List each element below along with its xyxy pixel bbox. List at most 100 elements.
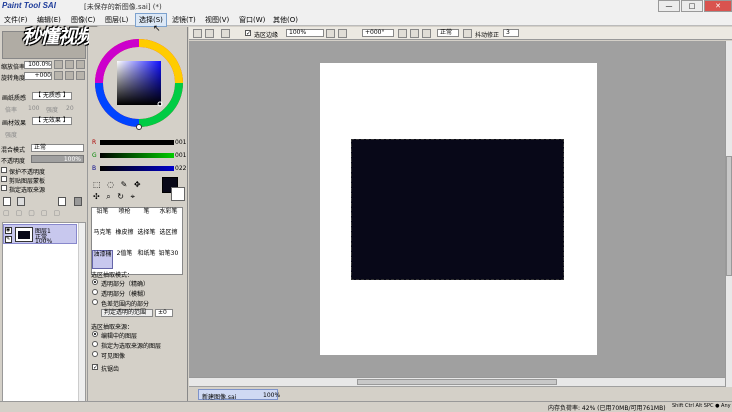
tool-pencil[interactable]: 铅笔 (92, 208, 113, 227)
tool-brush[interactable]: 笔 (136, 208, 157, 227)
brush-tool-grid: 铅笔 喷枪 笔 水彩笔 马克笔 橡皮擦 选择笔 选区擦 油漆桶 2值笔 和纸笔 … (91, 207, 183, 275)
menu-bar: 文件(F) 编辑(E) 图像(C) 图层(L) 选择(S) 滤镜(T) 视图(V… (0, 13, 732, 27)
radio-color-range[interactable] (92, 299, 98, 305)
rotate-right-button[interactable] (65, 71, 74, 80)
radio-source-specified[interactable] (92, 341, 98, 347)
select-source-checkbox[interactable] (1, 185, 7, 191)
zoom-in-button[interactable] (65, 60, 74, 69)
radio-transparent-exact[interactable] (92, 279, 98, 285)
b-label: B (92, 165, 97, 172)
toolbar-zoom-select[interactable]: 100% (286, 29, 324, 37)
window-title: [未保存的新图像.sai] (*) (84, 3, 162, 11)
option-transparent-exact: 透明部分（精确） (101, 281, 150, 288)
tool-pencil30[interactable]: 铅笔30 (158, 250, 179, 269)
rotate-left-button[interactable] (54, 71, 63, 80)
clip-mask-checkbox[interactable] (1, 176, 7, 182)
color-wheel[interactable] (93, 31, 185, 137)
select-all-button[interactable] (193, 29, 202, 38)
filled-selection (351, 139, 564, 280)
range-label-box: 判定透明的范围 (101, 309, 153, 317)
antialias-checkbox[interactable]: ✓ (92, 364, 98, 371)
opacity-slider[interactable]: 100% (31, 155, 84, 163)
invert-selection-button[interactable] (221, 29, 230, 38)
minimize-button[interactable]: — (658, 0, 680, 12)
tool-washi-pen[interactable]: 和纸笔 (136, 250, 157, 269)
paper-texture-label: 画纸质感 (2, 95, 27, 102)
secondary-color-swatch[interactable] (171, 187, 185, 201)
radio-source-editing[interactable] (92, 331, 98, 337)
layer-item[interactable]: ◉ ✎ 图层1 正常 100% (3, 224, 77, 245)
tool-select-eraser[interactable]: 选区擦 (158, 229, 179, 248)
toolbar-zoom-out[interactable] (326, 29, 335, 38)
source-visible-image: 可见图像 (101, 353, 126, 360)
zoom-reset-button[interactable] (76, 60, 85, 69)
zoom-input[interactable]: 100.0% (24, 61, 52, 69)
new-mask-icon[interactable] (58, 197, 66, 206)
option-transparent-blur: 透明部分（模糊） (101, 291, 150, 298)
texture-strength-label: 强度 (46, 107, 59, 114)
selection-edge-checkbox[interactable]: ✓ (245, 30, 251, 37)
blend-mode-select[interactable]: 正常 (31, 144, 84, 152)
layer-actions-row: ▢▢▢▢▢ (3, 209, 67, 217)
menu-window[interactable]: 窗口(W) (239, 15, 265, 25)
tool-watercolor[interactable]: 水彩笔 (158, 208, 179, 227)
tool-eraser[interactable]: 橡皮擦 (114, 229, 135, 248)
radio-transparent-blur[interactable] (92, 289, 98, 295)
r-slider[interactable] (100, 140, 174, 145)
close-button[interactable]: ✕ (704, 0, 732, 12)
rotate-input[interactable]: +000 (24, 72, 52, 80)
tool-binary-pen[interactable]: 2值笔 (114, 250, 135, 269)
zoom-out-button[interactable] (54, 60, 63, 69)
menu-other[interactable]: 其他(O) (273, 15, 298, 25)
new-layer-icon[interactable] (3, 197, 11, 206)
g-value: 001 (175, 152, 187, 159)
canvas-toolbar: ✓ 选区边缘 100% +000° 正常 抖动修正 3 (189, 27, 732, 40)
toolbar-option-button[interactable] (463, 29, 472, 38)
toolbar-rotate-left[interactable] (398, 29, 407, 38)
effect-select[interactable]: 【 无效果 】 (32, 117, 72, 125)
stabilizer-select[interactable]: 3 (503, 29, 519, 37)
maximize-button[interactable]: □ (681, 0, 703, 12)
horizontal-scrollbar[interactable] (189, 377, 725, 386)
eye-icon[interactable]: ◉ (5, 227, 12, 234)
rotate-reset-button[interactable] (76, 71, 85, 80)
select-source-title: 选区抽取来源： (91, 324, 134, 331)
layer-list: ◉ ✎ 图层1 正常 100% (2, 222, 86, 402)
document-tab[interactable]: 新建图像.sai 100% (198, 389, 281, 401)
vertical-scrollbar[interactable] (725, 41, 732, 387)
range-input[interactable]: ±0 (155, 309, 173, 317)
mask-layer-icon[interactable] (74, 197, 82, 206)
effect-label: 画材效果 (2, 120, 27, 127)
tool-marker[interactable]: 马克笔 (92, 229, 113, 248)
document-zoom: 100% (263, 392, 281, 399)
source-editing-layer: 编辑中的图层 (101, 333, 138, 340)
selection-tools[interactable]: ⬚ ◌ ✎ ✥ ✣ ⌕ ↻ ⌖ (93, 179, 153, 205)
toolbar-blend-select[interactable]: 正常 (437, 29, 459, 37)
layer-thumbnail (15, 227, 33, 242)
window-controls: — □ ✕ (657, 0, 732, 12)
paper-texture-select[interactable]: 【 无质感 】 (32, 92, 72, 100)
deselect-button[interactable] (205, 29, 214, 38)
brush-icon[interactable]: ✎ (5, 236, 12, 243)
title-bar: Paint Tool SAI [未保存的新图像.sai] (*) — □ ✕ (0, 0, 732, 13)
g-slider[interactable] (100, 153, 174, 158)
menu-filter[interactable]: 滤镜(T) (172, 15, 196, 25)
menu-layer[interactable]: 图层(L) (105, 15, 128, 25)
radio-source-visible[interactable] (92, 351, 98, 357)
tool-select-pen[interactable]: 选择笔 (136, 229, 157, 248)
toolbar-flip[interactable] (422, 29, 431, 38)
toolbar-angle-select[interactable]: +000° (362, 29, 394, 37)
layer-list-scrollbar[interactable] (78, 223, 85, 401)
new-folder-icon[interactable] (17, 197, 25, 206)
tool-bucket[interactable]: 油漆桶 (92, 250, 113, 269)
watermark-logo: 秒懂视频 (22, 27, 95, 48)
menu-view[interactable]: 视图(V) (205, 15, 229, 25)
toolbar-rotate-right[interactable] (410, 29, 419, 38)
b-slider[interactable] (100, 166, 174, 171)
tool-airbrush[interactable]: 喷枪 (114, 208, 135, 227)
toolbar-zoom-in[interactable] (338, 29, 347, 38)
zoom-label: 缩放倍率 (1, 64, 26, 71)
g-label: G (92, 152, 97, 159)
menu-select[interactable]: 选择(S) (135, 13, 167, 27)
protect-opacity-checkbox[interactable] (1, 167, 7, 173)
